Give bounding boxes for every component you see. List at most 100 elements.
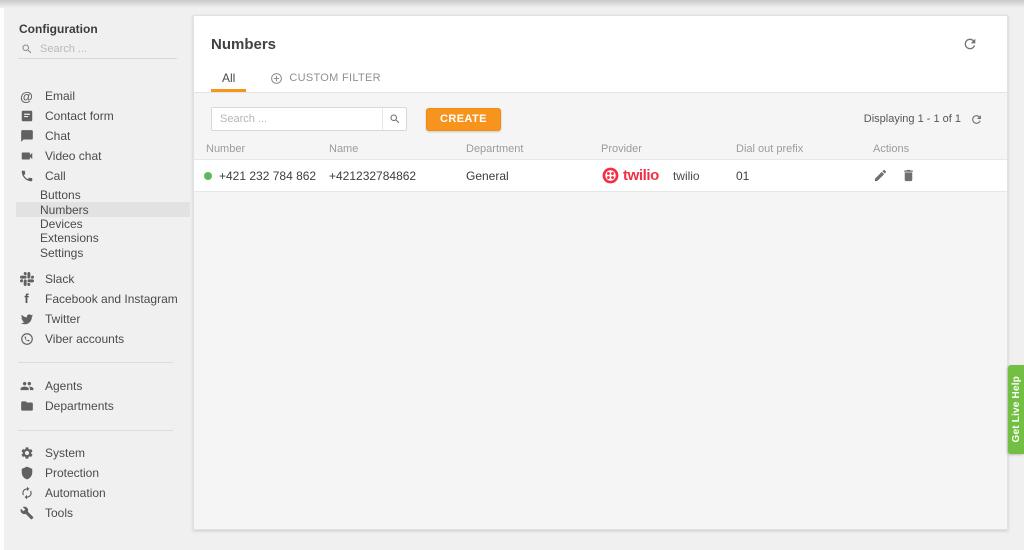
sidebar-item-extensions[interactable]: Extensions <box>16 231 190 245</box>
table-search[interactable] <box>211 107 407 131</box>
sidebar-title: Configuration <box>19 22 193 37</box>
tab-all-label: All <box>222 71 235 85</box>
sidebar-divider <box>18 430 173 431</box>
sidebar-item-tools[interactable]: Tools <box>4 503 193 523</box>
pagination-info: Displaying 1 - 1 of 1 <box>864 113 983 126</box>
twilio-logo: twilio <box>601 166 659 185</box>
sidebar-item-video-chat[interactable]: Video chat <box>4 146 193 166</box>
sidebar-item-label: Contact form <box>45 109 114 123</box>
sidebar-item-label: Agents <box>45 379 82 393</box>
sidebar-item-label: Call <box>45 169 66 183</box>
sidebar-item-departments[interactable]: Departments <box>4 396 193 416</box>
status-active-dot <box>204 172 212 180</box>
sidebar-item-label: Automation <box>45 486 106 500</box>
sidebar-item-automation[interactable]: Automation <box>4 483 193 503</box>
column-header-actions: Actions <box>861 139 1007 159</box>
trash-icon <box>901 168 916 183</box>
phone-icon <box>19 169 34 184</box>
contact-form-icon <box>19 109 34 124</box>
shield-icon <box>19 465 34 480</box>
sidebar-item-label: System <box>45 446 85 460</box>
sidebar-item-email[interactable]: @ Email <box>4 86 193 106</box>
column-header-department: Department <box>454 139 589 159</box>
sidebar-item-label: Slack <box>45 272 74 286</box>
call-submenu: Buttons Numbers Devices Extensions Setti… <box>4 188 193 260</box>
refresh-icon <box>962 36 978 52</box>
table-row[interactable]: +421 232 784 862 +421232784862 General t… <box>194 159 1007 192</box>
provider-name: twilio <box>673 169 700 183</box>
plus-circle-icon <box>270 72 283 85</box>
column-header-number: Number <box>194 139 317 159</box>
email-icon: @ <box>19 89 34 104</box>
configuration-sidebar: Configuration @ Email Contact form Chat … <box>4 15 193 550</box>
twilio-ring-icon <box>601 166 620 185</box>
sidebar-item-protection[interactable]: Protection <box>4 463 193 483</box>
sidebar-search[interactable] <box>18 40 177 59</box>
sidebar-item-facebook-instagram[interactable]: f Facebook and Instagram <box>4 289 193 309</box>
sidebar-item-label: Facebook and Instagram <box>45 292 178 306</box>
column-header-name: Name <box>317 139 454 159</box>
sidebar-item-numbers[interactable]: Numbers <box>16 202 190 216</box>
tab-all[interactable]: All <box>211 67 246 92</box>
column-header-provider: Provider <box>589 139 724 159</box>
displaying-label: Displaying 1 - 1 of 1 <box>864 113 961 125</box>
sidebar-item-chat[interactable]: Chat <box>4 126 193 146</box>
name-cell: +421232784862 <box>317 160 454 191</box>
sidebar-item-call[interactable]: Call <box>4 166 193 186</box>
sidebar-item-buttons[interactable]: Buttons <box>16 188 190 202</box>
sidebar-item-label: Protection <box>45 466 99 480</box>
table-search-input[interactable] <box>212 108 382 130</box>
create-button[interactable]: CREATE <box>426 108 501 131</box>
pencil-icon <box>873 168 888 183</box>
viber-icon <box>19 331 34 346</box>
folder-icon <box>19 398 34 413</box>
sidebar-item-slack[interactable]: Slack <box>4 269 193 289</box>
table-header: Number Name Department Provider Dial out… <box>194 139 1007 159</box>
sidebar-item-label: Viber accounts <box>45 332 124 346</box>
sidebar-item-label: Video chat <box>45 149 102 163</box>
facebook-f-icon: f <box>19 291 34 306</box>
sidebar-item-viber-accounts[interactable]: Viber accounts <box>4 329 193 349</box>
twilio-wordmark: twilio <box>623 167 659 184</box>
provider-cell: twilio twilio <box>589 160 724 191</box>
sidebar-item-label: Email <box>45 89 75 103</box>
sidebar-item-system[interactable]: System <box>4 443 193 463</box>
panel-content: CREATE Displaying 1 - 1 of 1 Number Name… <box>194 93 1007 529</box>
sidebar-item-agents[interactable]: Agents <box>4 376 193 396</box>
tab-custom-filter-label: CUSTOM FILTER <box>289 72 381 84</box>
slack-icon <box>19 271 34 286</box>
delete-button[interactable] <box>901 168 916 183</box>
table-refresh-button[interactable] <box>970 113 983 126</box>
refresh-button[interactable] <box>962 36 978 52</box>
search-icon <box>389 113 401 125</box>
twitter-bird-icon <box>19 311 34 326</box>
top-shadow <box>0 0 1024 8</box>
sidebar-item-label: Chat <box>45 129 70 143</box>
sidebar-item-devices[interactable]: Devices <box>16 217 190 231</box>
people-icon <box>19 378 34 393</box>
sidebar-item-label: Departments <box>45 399 114 413</box>
number-cell: +421 232 784 862 <box>194 160 317 191</box>
sidebar-item-contact-form[interactable]: Contact form <box>4 106 193 126</box>
videocam-icon <box>19 149 34 164</box>
refresh-icon <box>970 113 983 126</box>
sidebar-item-settings[interactable]: Settings <box>16 246 190 260</box>
sidebar-item-label: Tools <box>45 506 73 520</box>
search-submit-button[interactable] <box>382 108 406 130</box>
department-cell: General <box>454 160 589 191</box>
sidebar-item-twitter[interactable]: Twitter <box>4 309 193 329</box>
wrench-icon <box>19 505 34 520</box>
edit-button[interactable] <box>873 168 888 183</box>
autorenew-icon <box>19 485 34 500</box>
get-live-help-button[interactable]: Get Live Help <box>1008 365 1024 454</box>
get-live-help-label: Get Live Help <box>1011 376 1022 443</box>
tab-custom-filter[interactable]: CUSTOM FILTER <box>266 67 385 92</box>
sidebar-menu: @ Email Contact form Chat Video chat Cal… <box>4 86 193 523</box>
chat-bubble-icon <box>19 129 34 144</box>
page-title: Numbers <box>211 36 1007 54</box>
column-header-dial-out-prefix: Dial out prefix <box>724 139 861 159</box>
sidebar-search-input[interactable] <box>40 43 177 55</box>
panel-header: Numbers <box>194 16 1007 54</box>
search-icon <box>21 43 33 55</box>
sidebar-divider <box>18 362 173 363</box>
